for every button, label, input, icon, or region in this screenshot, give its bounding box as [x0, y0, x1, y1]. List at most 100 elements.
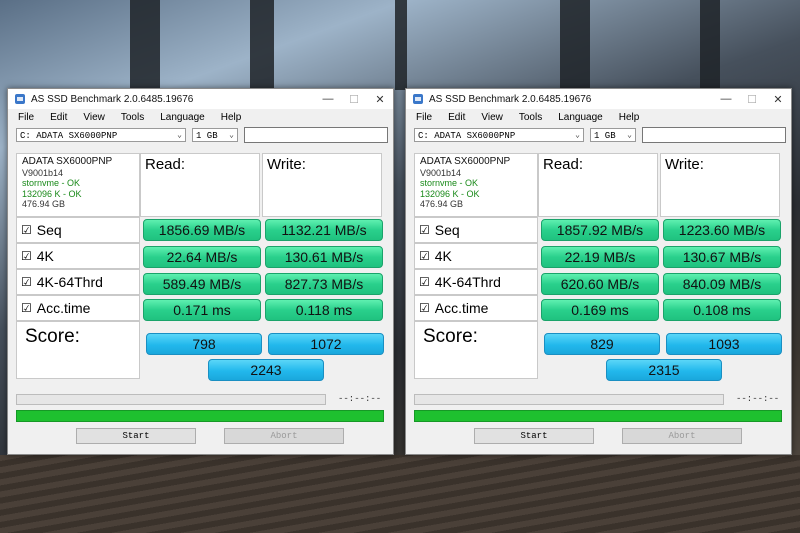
seq-write-value: 1132.21 MB/s: [265, 219, 383, 241]
driver-status: stornvme - OK: [420, 178, 479, 188]
row-label-4k: 4K: [36, 248, 54, 264]
menu-language[interactable]: Language: [558, 112, 603, 123]
firmware-version: V9001b14: [420, 167, 462, 178]
row-label-4k-64thrd: 4K-64Thrd: [36, 274, 103, 290]
menu-edit[interactable]: Edit: [50, 112, 67, 123]
progress-bar-current: [414, 394, 724, 405]
notes-input[interactable]: [244, 127, 388, 143]
background-beam: [560, 0, 590, 90]
menu-help[interactable]: Help: [221, 112, 242, 123]
row-label-seq: Seq: [434, 222, 460, 238]
seq-read-value: 1857.92 MB/s: [541, 219, 659, 241]
firmware-version: V9001b14: [22, 167, 64, 178]
row-4k-64thrd[interactable]: ☑ 4K-64Thrd: [16, 269, 140, 295]
row-4k[interactable]: ☑ 4K: [414, 243, 538, 269]
abort-button[interactable]: Abort: [622, 428, 742, 444]
checkbox-icon[interactable]: ☑: [419, 275, 430, 289]
menu-file[interactable]: File: [18, 112, 34, 123]
acc-time-write-value: 0.118 ms: [265, 299, 383, 321]
seq-write-value: 1223.60 MB/s: [663, 219, 781, 241]
seq-read-value: 1856.69 MB/s: [143, 219, 261, 241]
app-icon: [14, 93, 26, 105]
4k-64thrd-write-value: 827.73 MB/s: [265, 273, 383, 295]
maximize-icon[interactable]: ☐: [341, 93, 367, 106]
score-read: 829: [544, 333, 660, 355]
drive-capacity: 476.94 GB: [22, 199, 66, 209]
elapsed-time: --:--:--: [338, 394, 382, 404]
chevron-down-icon: ⌄: [177, 131, 182, 140]
drive-info-panel: ADATA SX6000PNP V9001b14 stornvme - OK 1…: [414, 153, 538, 217]
acc-time-read-value: 0.169 ms: [541, 299, 659, 321]
start-button[interactable]: Start: [76, 428, 196, 444]
checkbox-icon[interactable]: ☑: [419, 301, 430, 315]
row-seq[interactable]: ☑ Seq: [414, 217, 538, 243]
4k-read-value: 22.64 MB/s: [143, 246, 261, 268]
row-4k[interactable]: ☑ 4K: [16, 243, 140, 269]
drive-name: ADATA SX6000PNP: [22, 156, 113, 167]
progress-bar-current: [16, 394, 326, 405]
progress-bar-total: [16, 410, 384, 422]
write-header: Write:: [660, 153, 780, 217]
checkbox-icon[interactable]: ☑: [21, 301, 32, 315]
chevron-down-icon: ⌄: [627, 131, 632, 140]
row-acc-time[interactable]: ☑ Acc.time: [16, 295, 140, 321]
row-4k-64thrd[interactable]: ☑ 4K-64Thrd: [414, 269, 538, 295]
score-write: 1093: [666, 333, 782, 355]
menu-tools[interactable]: Tools: [121, 112, 144, 123]
abort-button[interactable]: Abort: [224, 428, 344, 444]
drive-info-panel: ADATA SX6000PNP V9001b14 stornvme - OK 1…: [16, 153, 140, 217]
menu-bar: File Edit View Tools Language Help: [406, 109, 791, 125]
write-header: Write:: [262, 153, 382, 217]
score-write: 1072: [268, 333, 384, 355]
checkbox-icon[interactable]: ☑: [419, 249, 430, 263]
checkbox-icon[interactable]: ☑: [419, 223, 430, 237]
size-select-value: 1 GB: [196, 131, 218, 141]
row-acc-time[interactable]: ☑ Acc.time: [414, 295, 538, 321]
drive-select[interactable]: C: ADATA SX6000PNP ⌄: [16, 128, 186, 142]
row-seq[interactable]: ☑ Seq: [16, 217, 140, 243]
window-title: AS SSD Benchmark 2.0.6485.19676: [31, 93, 194, 105]
checkbox-icon[interactable]: ☑: [21, 223, 32, 237]
menu-tools[interactable]: Tools: [519, 112, 542, 123]
score-read: 798: [146, 333, 262, 355]
acc-time-write-value: 0.108 ms: [663, 299, 781, 321]
benchmark-window-right: AS SSD Benchmark 2.0.6485.19676 — ☐ ✕ Fi…: [405, 88, 792, 455]
menu-file[interactable]: File: [416, 112, 432, 123]
size-select[interactable]: 1 GB ⌄: [590, 128, 636, 142]
toolbar: C: ADATA SX6000PNP ⌄ 1 GB ⌄: [8, 125, 393, 145]
minimize-icon[interactable]: —: [315, 93, 341, 105]
elapsed-time: --:--:--: [736, 394, 780, 404]
title-bar[interactable]: AS SSD Benchmark 2.0.6485.19676 — ☐ ✕: [8, 89, 393, 109]
maximize-icon[interactable]: ☐: [739, 93, 765, 106]
menu-edit[interactable]: Edit: [448, 112, 465, 123]
score-total: 2243: [208, 359, 324, 381]
menu-view[interactable]: View: [481, 112, 503, 123]
row-label-acc-time: Acc.time: [434, 300, 489, 316]
app-icon: [412, 93, 424, 105]
4k-read-value: 22.19 MB/s: [541, 246, 659, 268]
menu-help[interactable]: Help: [619, 112, 640, 123]
row-label-4k-64thrd: 4K-64Thrd: [434, 274, 501, 290]
title-bar[interactable]: AS SSD Benchmark 2.0.6485.19676 — ☐ ✕: [406, 89, 791, 109]
acc-time-read-value: 0.171 ms: [143, 299, 261, 321]
minimize-icon[interactable]: —: [713, 93, 739, 105]
4k-write-value: 130.67 MB/s: [663, 246, 781, 268]
close-icon[interactable]: ✕: [765, 93, 791, 106]
start-button[interactable]: Start: [474, 428, 594, 444]
toolbar: C: ADATA SX6000PNP ⌄ 1 GB ⌄: [406, 125, 791, 145]
progress-bar-total: [414, 410, 782, 422]
notes-input[interactable]: [642, 127, 786, 143]
background-floor: [0, 455, 800, 533]
menu-language[interactable]: Language: [160, 112, 205, 123]
drive-select[interactable]: C: ADATA SX6000PNP ⌄: [414, 128, 584, 142]
close-icon[interactable]: ✕: [367, 93, 393, 106]
chevron-down-icon: ⌄: [229, 131, 234, 140]
menu-view[interactable]: View: [83, 112, 105, 123]
checkbox-icon[interactable]: ☑: [21, 275, 32, 289]
score-label: Score:: [16, 321, 140, 379]
row-label-seq: Seq: [36, 222, 62, 238]
drive-name: ADATA SX6000PNP: [420, 156, 511, 167]
checkbox-icon[interactable]: ☑: [21, 249, 32, 263]
size-select[interactable]: 1 GB ⌄: [192, 128, 238, 142]
row-label-4k: 4K: [434, 248, 452, 264]
